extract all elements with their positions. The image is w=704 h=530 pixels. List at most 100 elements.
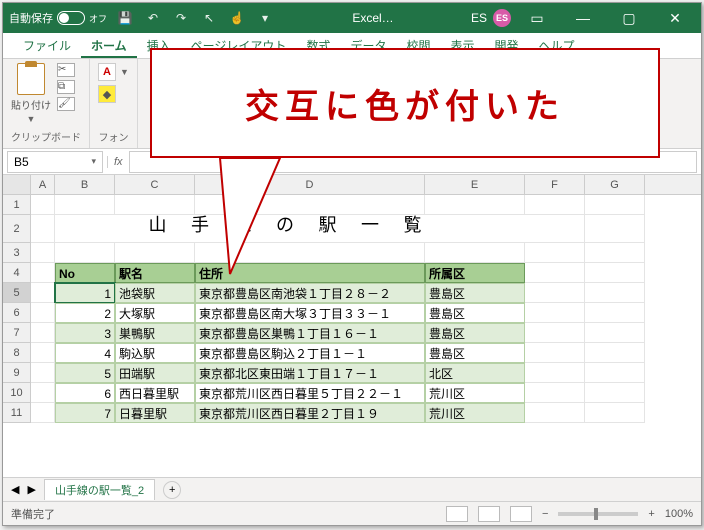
row-header[interactable]: 1: [3, 195, 31, 215]
chevron-down-icon[interactable]: ▼: [120, 67, 129, 77]
col-header-E[interactable]: E: [425, 175, 525, 194]
row-header[interactable]: 8: [3, 343, 31, 363]
table-cell[interactable]: 豊島区: [425, 343, 525, 363]
tab-home[interactable]: ホーム: [81, 33, 137, 58]
col-header-G[interactable]: G: [585, 175, 645, 194]
row-header[interactable]: 10: [3, 383, 31, 403]
table-cell[interactable]: 東京都豊島区駒込２丁目１－１: [195, 343, 425, 363]
toggle-icon: [57, 11, 85, 25]
table-cell[interactable]: 巣鴨駅: [115, 323, 195, 343]
row-header[interactable]: 6: [3, 303, 31, 323]
table-cell[interactable]: 豊島区: [425, 323, 525, 343]
autosave-label: 自動保存: [9, 10, 53, 26]
table-cell[interactable]: 3: [55, 323, 115, 343]
table-cell[interactable]: 豊島区: [425, 303, 525, 323]
row-header[interactable]: 2: [3, 215, 31, 243]
table-cell[interactable]: 西日暮里駅: [115, 383, 195, 403]
view-pagebreak-icon[interactable]: [510, 506, 532, 522]
view-pagelayout-icon[interactable]: [478, 506, 500, 522]
ribbon-options-icon[interactable]: ▭: [517, 3, 557, 33]
col-header-F[interactable]: F: [525, 175, 585, 194]
ribbon-group-font: A ▼ ◆ フォン: [90, 59, 138, 148]
row-header[interactable]: 3: [3, 243, 31, 263]
col-header-A[interactable]: A: [31, 175, 55, 194]
table-cell[interactable]: 7: [55, 403, 115, 423]
sheet-tab[interactable]: 山手線の駅一覧_2: [44, 479, 155, 500]
touch-icon[interactable]: ☝: [227, 8, 247, 28]
table-cell[interactable]: 東京都豊島区巣鴨１丁目１６－１: [195, 323, 425, 343]
column-headers: A B C D E F G: [3, 175, 701, 195]
table-cell[interactable]: 豊島区: [425, 283, 525, 303]
pointer-icon[interactable]: ↖: [199, 8, 219, 28]
table-cell[interactable]: 2: [55, 303, 115, 323]
row-header[interactable]: 7: [3, 323, 31, 343]
zoom-value: 100%: [665, 508, 693, 520]
table-cell[interactable]: 東京都荒川区西日暮里２丁目１９: [195, 403, 425, 423]
zoom-slider[interactable]: [558, 512, 638, 516]
col-header-C[interactable]: C: [115, 175, 195, 194]
row-header[interactable]: 4: [3, 263, 31, 283]
table-cell[interactable]: 東京都北区東田端１丁目１７－１: [195, 363, 425, 383]
table-cell[interactable]: 荒川区: [425, 383, 525, 403]
name-box-value: B5: [14, 155, 29, 169]
new-sheet-button[interactable]: +: [163, 481, 181, 499]
sheet-nav-prev-icon[interactable]: ◀: [11, 483, 19, 496]
copy-icon[interactable]: ⧉: [57, 80, 75, 94]
paste-button[interactable]: 貼り付け ▼: [11, 63, 51, 124]
table-cell[interactable]: 4: [55, 343, 115, 363]
fill-color-button[interactable]: ◆: [98, 85, 116, 103]
th-ward[interactable]: 所属区: [425, 263, 525, 283]
table-cell[interactable]: 田端駅: [115, 363, 195, 383]
table-cell[interactable]: 北区: [425, 363, 525, 383]
table-cell[interactable]: 荒川区: [425, 403, 525, 423]
tab-file[interactable]: ファイル: [13, 33, 81, 58]
user-avatar[interactable]: ES: [493, 9, 511, 27]
autosave-toggle[interactable]: 自動保存 オフ: [9, 10, 107, 26]
table-cell[interactable]: 池袋駅: [115, 283, 195, 303]
sheet-nav-next-icon[interactable]: ▶: [27, 483, 35, 496]
table-cell[interactable]: 東京都豊島区南大塚３丁目３３－１: [195, 303, 425, 323]
th-no[interactable]: No: [55, 263, 115, 283]
table-cell[interactable]: 1: [55, 283, 115, 303]
zoom-out-button[interactable]: −: [542, 508, 548, 520]
grid[interactable]: A B C D E F G 1 2 山 手 線 の 駅 一 覧 3 4 No 駅名…: [3, 175, 701, 477]
name-box[interactable]: B5 ▾: [7, 151, 103, 173]
clipboard-icon: [17, 63, 45, 95]
table-cell[interactable]: 5: [55, 363, 115, 383]
th-name[interactable]: 駅名: [115, 263, 195, 283]
table-cell[interactable]: 東京都荒川区西日暮里５丁目２２－１: [195, 383, 425, 403]
grid-body: 1 2山 手 線 の 駅 一 覧 3 4 No 駅名 住所 所属区 5 1 池袋…: [3, 195, 701, 423]
chevron-down-icon: ▾: [91, 156, 96, 167]
maximize-button[interactable]: ▢: [609, 3, 649, 33]
fx-icon[interactable]: fx: [107, 156, 129, 168]
qat-more-icon[interactable]: ▾: [255, 8, 275, 28]
clipboard-group-label: クリップボード: [11, 127, 81, 144]
redo-icon[interactable]: ↷: [171, 8, 191, 28]
format-painter-icon[interactable]: 🖌: [57, 97, 75, 111]
table-cell[interactable]: 大塚駅: [115, 303, 195, 323]
cut-icon[interactable]: ✂: [57, 63, 75, 77]
statusbar: 準備完了 − + 100%: [3, 501, 701, 525]
table-cell[interactable]: 駒込駅: [115, 343, 195, 363]
row-header[interactable]: 9: [3, 363, 31, 383]
titlebar: 自動保存 オフ 💾 ↶ ↷ ↖ ☝ ▾ Excel… ES ES ▭ — ▢ ✕: [3, 3, 701, 33]
undo-icon[interactable]: ↶: [143, 8, 163, 28]
select-all-corner[interactable]: [3, 175, 31, 194]
zoom-in-button[interactable]: +: [648, 508, 654, 520]
font-group-label: フォン: [98, 127, 129, 144]
minimize-button[interactable]: —: [563, 3, 603, 33]
sheet-title[interactable]: 山 手 線 の 駅 一 覧: [55, 215, 525, 243]
save-icon[interactable]: 💾: [115, 8, 135, 28]
table-cell[interactable]: 日暮里駅: [115, 403, 195, 423]
font-color-button[interactable]: A: [98, 63, 116, 81]
row-header[interactable]: 11: [3, 403, 31, 423]
table-cell[interactable]: 6: [55, 383, 115, 403]
table-cell[interactable]: 東京都豊島区南池袋１丁目２８－２: [195, 283, 425, 303]
col-header-B[interactable]: B: [55, 175, 115, 194]
user-initials: ES: [471, 11, 487, 25]
row-header[interactable]: 5: [3, 283, 31, 303]
view-normal-icon[interactable]: [446, 506, 468, 522]
ribbon-group-clipboard: 貼り付け ▼ ✂ ⧉ 🖌 クリップボード: [3, 59, 90, 148]
close-button[interactable]: ✕: [655, 3, 695, 33]
callout-text: 交互に色が付いた: [150, 48, 660, 158]
